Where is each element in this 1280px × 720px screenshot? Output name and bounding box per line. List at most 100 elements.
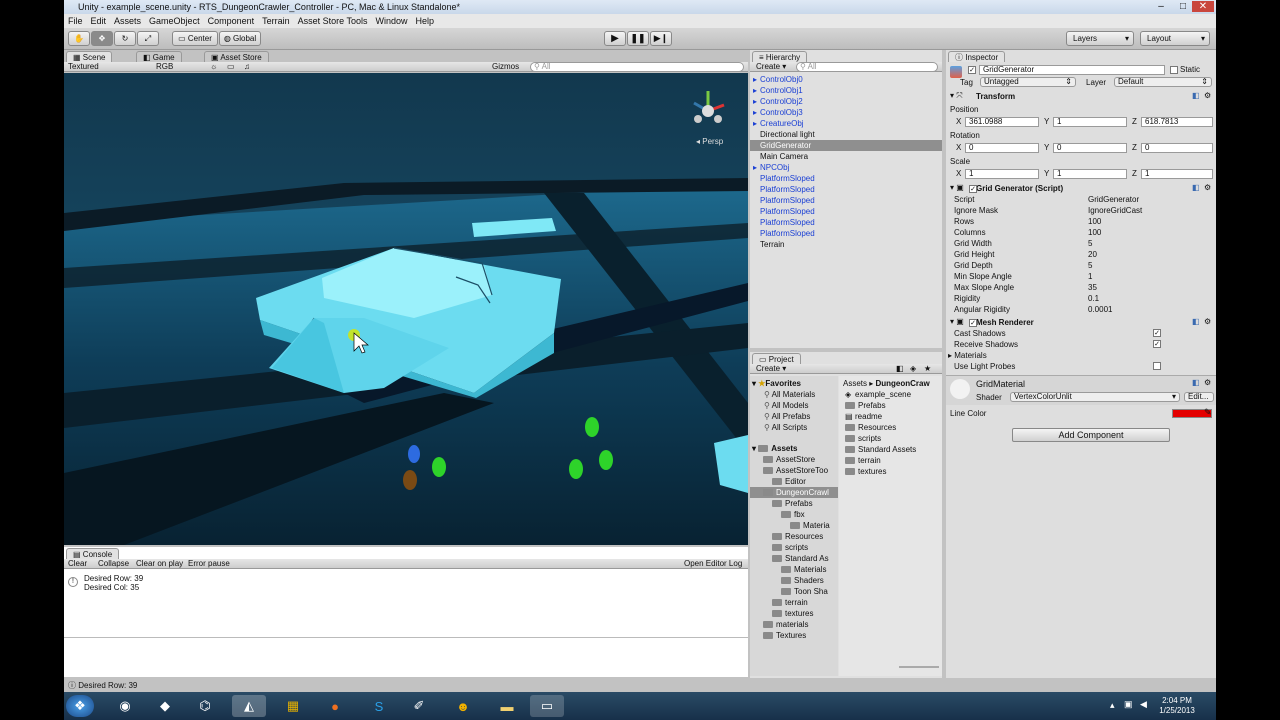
favorite-search-icon[interactable]: ★ (924, 364, 931, 374)
use-light-probes-checkbox[interactable] (1153, 362, 1161, 370)
favorite-item[interactable]: ⚲ All Scripts (764, 422, 807, 433)
hierarchy-item[interactable]: ▸ NPCObj (750, 162, 942, 173)
tab-asset-store[interactable]: ▣ Asset Store (204, 51, 269, 62)
property-value[interactable]: 20 (1088, 249, 1097, 260)
screen-recorder-icon[interactable]: ▭ (530, 695, 564, 717)
hierarchy-item[interactable]: Directional light (750, 129, 942, 140)
filter-by-label-icon[interactable]: ◈ (910, 364, 916, 374)
tray-arrow-icon[interactable]: ▴ (1110, 700, 1115, 711)
pivot-global-button[interactable]: ◍ Global (219, 31, 261, 46)
assets-tree-item[interactable]: Materia (750, 520, 838, 531)
project-file-item[interactable]: ◈ example_scene (845, 389, 911, 400)
settings-gear-icon[interactable]: ⚙ (1204, 91, 1211, 100)
avatar-app-icon[interactable]: ☻ (446, 695, 480, 717)
mesh-renderer-enabled-checkbox[interactable]: ✓ (969, 319, 977, 327)
assets-tree-item[interactable]: DungeonCrawl (750, 487, 838, 498)
zoom-slider[interactable] (899, 666, 939, 668)
help-icon[interactable]: ◧ (1192, 317, 1200, 326)
hierarchy-create-dropdown[interactable]: Create ▾ (756, 62, 786, 72)
position-x-field[interactable]: 361.0988 (965, 117, 1039, 127)
hierarchy-search-input[interactable]: ⚲ All (796, 62, 938, 72)
console-error-pause-button[interactable]: Error pause (188, 559, 230, 569)
console-entry[interactable]: Desired Row: 39 Desired Col: 35 (84, 574, 143, 592)
project-file-item[interactable]: textures (845, 466, 886, 477)
hierarchy-item[interactable]: ▸ ControlObj0 (750, 74, 942, 85)
open-editor-log-button[interactable]: Open Editor Log (684, 559, 742, 569)
rotation-y-field[interactable]: 0 (1053, 143, 1127, 153)
tab-inspector[interactable]: ⓘ Inspector (948, 51, 1006, 62)
project-create-dropdown[interactable]: Create ▾ (756, 364, 786, 374)
property-value[interactable]: 5 (1088, 238, 1092, 249)
pause-button[interactable]: ❚❚ (627, 31, 649, 46)
settings-gear-icon[interactable]: ⚙ (1204, 317, 1211, 326)
help-icon[interactable]: ◧ (1192, 91, 1200, 100)
hierarchy-item[interactable]: GridGenerator (750, 140, 942, 151)
expand-arrow-icon[interactable]: ▸ (753, 96, 757, 107)
firefox-icon[interactable]: ● (318, 695, 352, 717)
transform-header[interactable]: Transform (946, 91, 1214, 102)
property-value[interactable]: 1 (1088, 271, 1092, 282)
eyedropper-icon[interactable]: ✎ (1204, 407, 1212, 418)
menu-gameobject[interactable]: GameObject (145, 14, 204, 28)
network-icon[interactable]: ▣ (1124, 699, 1133, 710)
tab-scene[interactable]: ▦ Scene (66, 51, 113, 62)
tab-project[interactable]: ▭ Project (752, 353, 801, 364)
settings-gear-icon[interactable]: ⚙ (1204, 183, 1211, 192)
menu-window[interactable]: Window (372, 14, 412, 28)
object-name-field[interactable]: GridGenerator (979, 65, 1165, 75)
property-value[interactable]: 100 (1088, 227, 1101, 238)
property-value[interactable]: 5 (1088, 260, 1092, 271)
shader-edit-button[interactable]: Edit... (1184, 392, 1214, 402)
unity-icon[interactable]: ◭ (232, 695, 266, 717)
expand-arrow-icon[interactable]: ▸ (753, 118, 757, 129)
menu-component[interactable]: Component (204, 14, 259, 28)
project-file-item[interactable]: Resources (845, 422, 896, 433)
lighting-toggle-icon[interactable]: ☼ (210, 62, 217, 72)
game-controller-icon[interactable]: ⌬ (188, 695, 222, 717)
favorites-header[interactable]: ▾ ★Favorites (752, 378, 801, 389)
assets-tree-item[interactable]: Textures (750, 630, 838, 641)
tab-game[interactable]: ◧ Game (136, 51, 182, 62)
breadcrumb-root[interactable]: Assets (843, 379, 867, 388)
mesh-renderer-header[interactable]: Mesh Renderer (946, 317, 1214, 328)
hierarchy-item[interactable]: ▸ CreatureObj (750, 118, 942, 129)
project-file-item[interactable]: Prefabs (845, 400, 886, 411)
grid-generator-enabled-checkbox[interactable]: ✓ (969, 185, 977, 193)
menu-edit[interactable]: Edit (87, 14, 111, 28)
receive-shadows-checkbox[interactable]: ✓ (1153, 340, 1161, 348)
assets-tree-item[interactable]: Materials (750, 564, 838, 575)
hand-tool-icon[interactable]: ✋ (68, 31, 90, 46)
image-toggle-icon[interactable]: ▭ (227, 62, 235, 72)
start-button-icon[interactable]: ❖ (66, 695, 94, 717)
active-checkbox[interactable]: ✓ (968, 66, 976, 74)
hierarchy-item[interactable]: ▸ ControlObj2 (750, 96, 942, 107)
layout-dropdown[interactable]: Layout ▾ (1140, 31, 1210, 46)
project-file-item[interactable]: scripts (845, 433, 881, 444)
layer-dropdown[interactable]: Default ⇕ (1114, 77, 1212, 87)
hierarchy-item[interactable]: PlatformSloped (750, 195, 942, 206)
color-mode-dropdown[interactable]: RGB (156, 62, 173, 72)
assets-tree-item[interactable]: materials (750, 619, 838, 630)
property-value[interactable]: 0.1 (1088, 293, 1099, 304)
console-clear-on-play-button[interactable]: Clear on play (136, 559, 183, 569)
menu-assets[interactable]: Assets (110, 14, 145, 28)
tab-hierarchy[interactable]: ≡ Hierarchy (752, 51, 808, 62)
scene-viewport[interactable]: ◂ Persp (64, 73, 748, 545)
materials-foldout[interactable]: ▸ Materials (948, 350, 987, 361)
position-z-field[interactable]: 618.7813 (1141, 117, 1213, 127)
shader-dropdown[interactable]: VertexColorUnlit ▾ (1010, 392, 1180, 402)
persp-label[interactable]: ◂ Persp (696, 137, 723, 146)
rotate-tool-icon[interactable]: ↻ (114, 31, 136, 46)
hierarchy-item[interactable]: ▸ ControlObj3 (750, 107, 942, 118)
help-icon[interactable]: ◧ (1192, 183, 1200, 192)
minimize-icon[interactable]: – (1150, 1, 1172, 12)
position-y-field[interactable]: 1 (1053, 117, 1127, 127)
breadcrumb-leaf[interactable]: DungeonCraw (875, 379, 929, 388)
assets-tree-item[interactable]: scripts (750, 542, 838, 553)
hierarchy-item[interactable]: PlatformSloped (750, 173, 942, 184)
project-file-item[interactable]: terrain (845, 455, 881, 466)
skype-icon[interactable]: S (362, 695, 396, 717)
tab-console[interactable]: ▤ Console (66, 548, 120, 559)
cube-app-icon[interactable]: ◆ (148, 695, 182, 717)
assets-tree-item[interactable]: fbx (750, 509, 838, 520)
